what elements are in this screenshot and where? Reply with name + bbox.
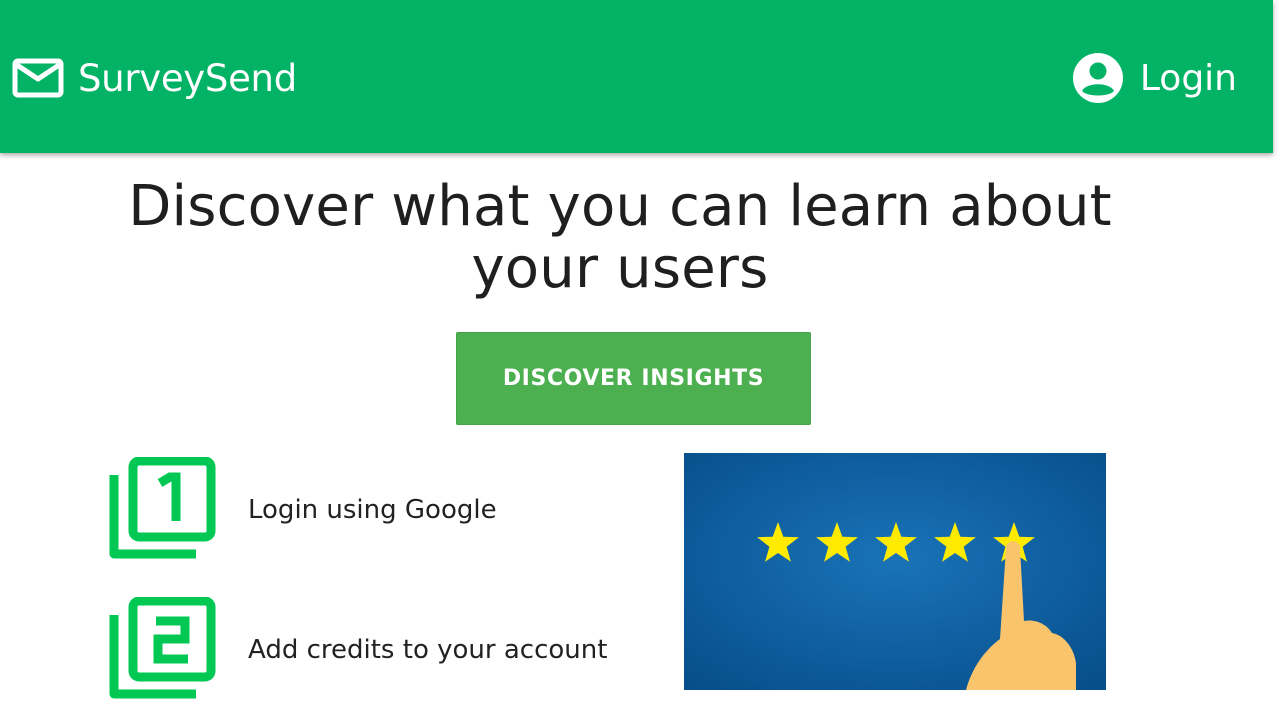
five-star-rating-image	[684, 453, 1106, 690]
page-headline: Discover what you can learn about your u…	[0, 176, 1240, 300]
headline-line-2: your users	[471, 236, 769, 301]
login-button[interactable]: Login	[1072, 50, 1237, 106]
step-text-2: Add credits to your account	[248, 634, 608, 665]
login-label: Login	[1139, 57, 1237, 99]
rating-illustration	[684, 453, 1106, 690]
filter-2-icon	[109, 597, 216, 699]
headline-line-1: Discover what you can learn about	[128, 174, 1112, 239]
brand-link[interactable]: SurveySend	[12, 50, 297, 106]
filter-1-icon	[109, 457, 216, 559]
step-item-1: Login using Google	[108, 457, 497, 562]
account-circle-icon	[1072, 53, 1123, 103]
step-text-1: Login using Google	[248, 494, 497, 525]
discover-insights-button[interactable]: DISCOVER INSIGHTS	[456, 332, 811, 425]
brand-name: SurveySend	[78, 56, 297, 100]
top-app-bar: SurveySend Login	[0, 0, 1273, 153]
mail-icon	[12, 58, 64, 98]
step-item-2: Add credits to your account	[108, 597, 607, 702]
